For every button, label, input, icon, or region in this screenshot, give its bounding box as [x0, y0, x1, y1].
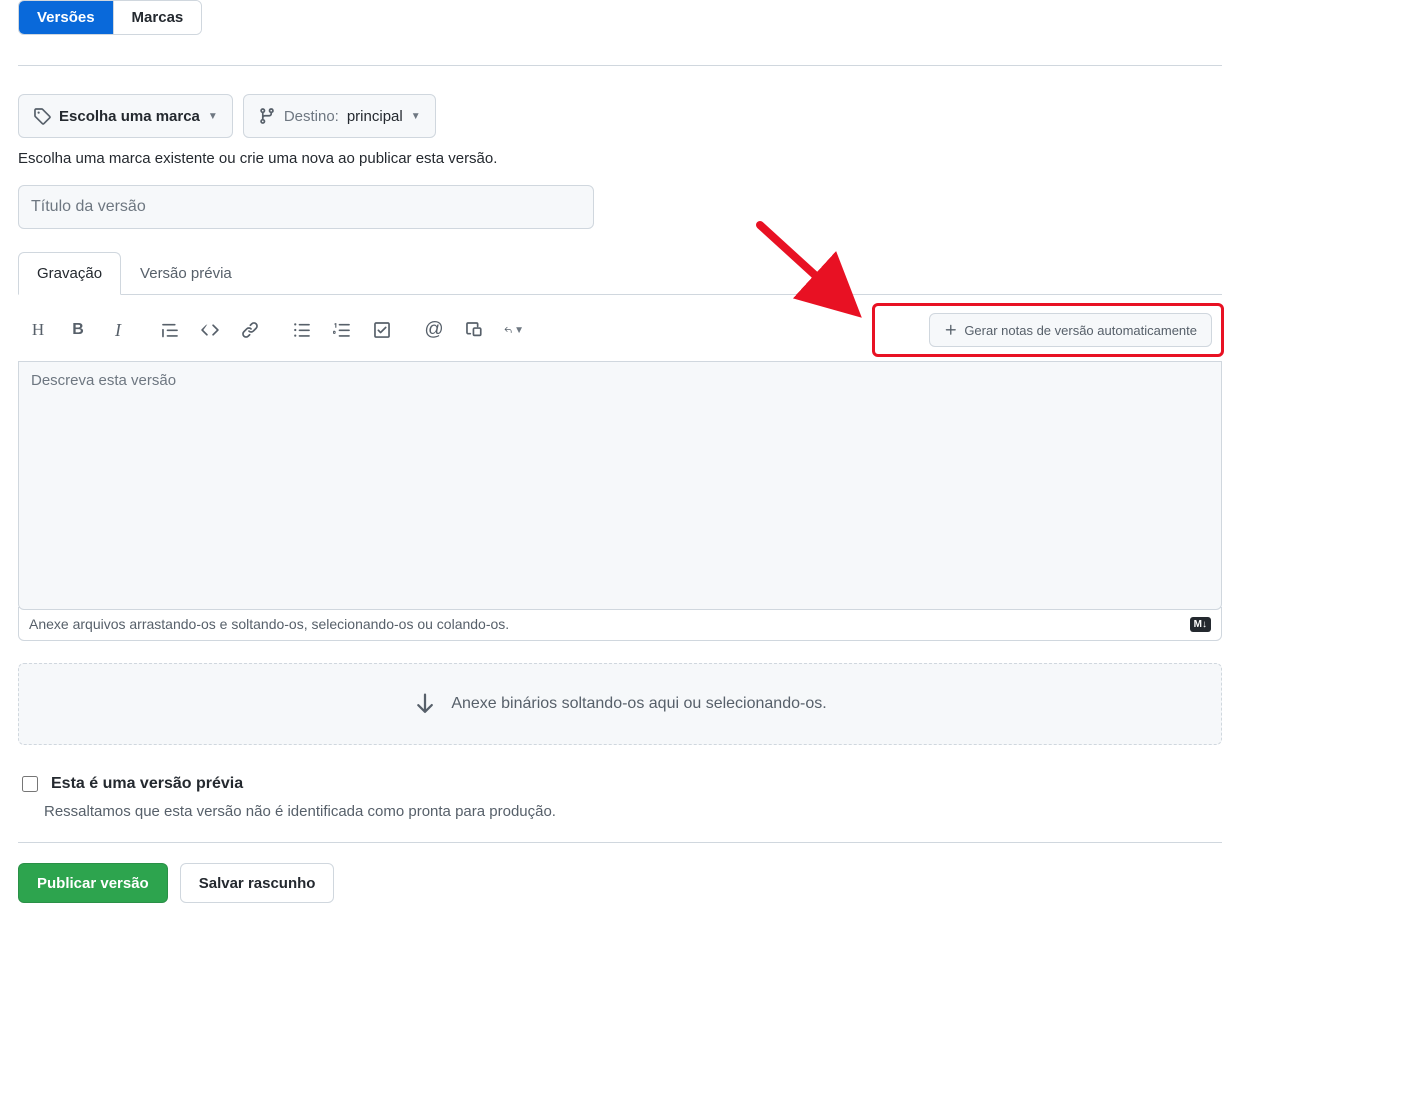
heading-tool[interactable]: H	[28, 320, 48, 340]
quote-tool[interactable]	[160, 320, 180, 340]
target-value: principal	[347, 108, 403, 125]
release-description-textarea[interactable]	[18, 362, 1222, 610]
saved-replies-tool[interactable]: ▼	[504, 320, 524, 340]
attach-binaries-dropzone[interactable]: Anexe binários soltando-os aqui ou selec…	[18, 663, 1222, 745]
ordered-list-tool[interactable]	[332, 320, 352, 340]
attach-hint-text: Anexe arquivos arrastando-os e soltando-…	[29, 616, 509, 632]
caret-icon: ▼	[208, 111, 218, 122]
generate-release-notes-button[interactable]: Gerar notas de versão automaticamente	[929, 313, 1212, 347]
selectors-row: Escolha uma marca ▼ Destino: principal ▼	[18, 94, 1222, 138]
save-draft-button[interactable]: Salvar rascunho	[180, 863, 335, 903]
italic-tool[interactable]: I	[108, 320, 128, 340]
page-tabs: Versões Marcas	[18, 0, 202, 35]
divider	[18, 65, 1222, 66]
mention-tool[interactable]: @	[424, 320, 444, 340]
prerelease-description: Ressaltamos que esta versão não é identi…	[44, 803, 1222, 820]
bold-tool[interactable]: B	[68, 320, 88, 340]
unordered-list-tool[interactable]	[292, 320, 312, 340]
prerelease-label: Esta é uma versão prévia	[51, 775, 243, 793]
cross-reference-tool[interactable]	[464, 320, 484, 340]
tab-write[interactable]: Gravação	[18, 252, 121, 295]
editor-tabs: Gravação Versão prévia	[18, 251, 1222, 295]
prerelease-section: Esta é uma versão prévia Ressaltamos que…	[18, 773, 1222, 843]
release-title-input[interactable]	[18, 185, 594, 229]
link-tool[interactable]	[240, 320, 260, 340]
editor-toolbar: H B I	[18, 295, 1222, 362]
choose-tag-label: Escolha uma marca	[59, 108, 200, 125]
tab-tags[interactable]: Marcas	[113, 1, 202, 34]
generate-notes-label: Gerar notas de versão automaticamente	[964, 323, 1197, 338]
branch-icon	[258, 107, 276, 125]
download-arrow-icon	[413, 690, 437, 718]
caret-icon: ▼	[411, 111, 421, 122]
tab-releases[interactable]: Versões	[19, 1, 113, 34]
target-label: Destino:	[284, 108, 339, 125]
tab-preview[interactable]: Versão prévia	[121, 252, 251, 295]
target-branch-dropdown[interactable]: Destino: principal ▼	[243, 94, 436, 138]
choose-tag-dropdown[interactable]: Escolha uma marca ▼	[18, 94, 233, 138]
tag-help-text: Escolha uma marca existente ou crie uma …	[18, 150, 1222, 167]
binaries-hint-text: Anexe binários soltando-os aqui ou selec…	[451, 695, 826, 713]
plus-icon	[944, 323, 958, 337]
tag-icon	[33, 107, 51, 125]
action-buttons: Publicar versão Salvar rascunho	[18, 863, 1222, 903]
code-tool[interactable]	[200, 320, 220, 340]
task-list-tool[interactable]	[372, 320, 392, 340]
prerelease-checkbox[interactable]	[22, 776, 38, 792]
publish-release-button[interactable]: Publicar versão	[18, 863, 168, 903]
markdown-badge-icon: M↓	[1190, 617, 1211, 632]
